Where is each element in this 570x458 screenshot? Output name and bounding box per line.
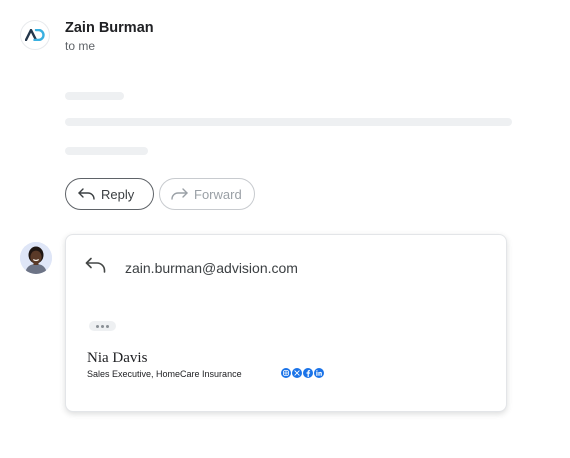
facebook-icon[interactable]	[303, 368, 313, 378]
signature-title: Sales Executive, HomeCare Insurance	[87, 369, 242, 379]
body-placeholder-line	[65, 118, 512, 126]
body-placeholder-line	[65, 92, 124, 100]
show-trimmed-content-button[interactable]	[89, 321, 116, 331]
body-placeholder-line	[65, 147, 148, 155]
forward-label: Forward	[194, 186, 242, 202]
linkedin-icon[interactable]	[314, 368, 324, 378]
instagram-icon[interactable]	[281, 368, 291, 378]
reply-arrow-icon	[78, 188, 95, 200]
sender-name: Zain Burman	[65, 20, 154, 36]
recipient-address[interactable]: zain.burman@advision.com	[125, 260, 298, 276]
reply-compose-card[interactable]: zain.burman@advision.com Nia Davis Sales…	[65, 234, 507, 412]
reply-type-icon[interactable]	[85, 257, 107, 273]
x-icon[interactable]	[292, 368, 302, 378]
signature-name: Nia Davis	[87, 350, 148, 366]
reply-button[interactable]: Reply	[65, 178, 154, 210]
signature-social-links	[281, 368, 324, 378]
forward-button[interactable]: Forward	[159, 178, 255, 210]
forward-arrow-icon	[171, 188, 188, 200]
user-avatar	[20, 242, 52, 274]
dot	[96, 324, 99, 328]
recipient-line[interactable]: to me	[65, 39, 95, 53]
sender-logo-avatar	[20, 20, 50, 50]
dot	[106, 324, 109, 328]
reply-label: Reply	[101, 186, 135, 202]
dot	[101, 324, 104, 328]
advision-logo-icon	[25, 29, 45, 41]
user-photo	[20, 242, 52, 274]
